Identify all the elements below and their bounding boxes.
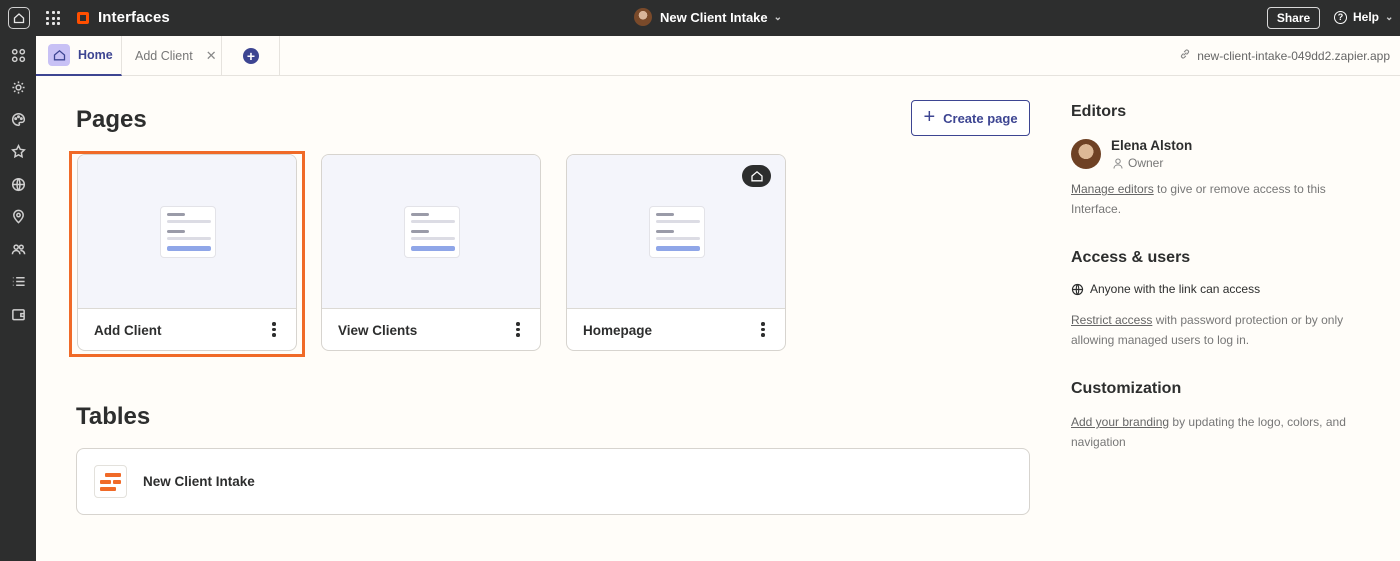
- interfaces-logo-icon: [77, 12, 89, 24]
- gear-icon[interactable]: [10, 79, 26, 95]
- access-status-label: Anyone with the link can access: [1090, 282, 1261, 296]
- page-card-title: Homepage: [583, 322, 653, 338]
- chevron-down-icon: ⌄: [1385, 11, 1394, 23]
- editor-role: Owner: [1113, 156, 1163, 170]
- home-page-badge-icon: [742, 165, 771, 187]
- page-card-title: View Clients: [338, 322, 418, 338]
- page-document-icon: [649, 206, 705, 258]
- access-heading: Access & users: [1071, 249, 1191, 266]
- more-options-icon[interactable]: [516, 322, 520, 337]
- close-icon[interactable]: ✕: [206, 48, 217, 64]
- editor-name: Elena Alston: [1111, 138, 1193, 153]
- left-rail: [0, 36, 36, 561]
- tab-home[interactable]: Home: [36, 36, 122, 76]
- editor-role-label: Owner: [1128, 156, 1164, 170]
- home-icon[interactable]: [8, 7, 30, 29]
- avatar: [634, 8, 652, 26]
- top-bar: Interfaces New Client Intake ⌄ Share ? H…: [0, 0, 1400, 36]
- page-card-label-row: Add Client: [78, 309, 296, 350]
- link-icon: [1179, 48, 1191, 63]
- palette-icon[interactable]: [10, 111, 26, 127]
- help-icon: ?: [1334, 10, 1347, 24]
- share-button[interactable]: Share: [1267, 7, 1320, 29]
- app-url-link[interactable]: new-client-intake-049dd2.zapier.app: [1179, 48, 1390, 63]
- table-icon: [94, 465, 127, 498]
- editors-heading: Editors: [1071, 103, 1127, 120]
- customization-description: Add your branding by updating the logo, …: [1071, 412, 1371, 452]
- help-label: Help: [1353, 10, 1380, 24]
- create-page-button[interactable]: + Create page: [911, 100, 1030, 136]
- page-thumbnail: [322, 155, 540, 309]
- globe-icon: [1071, 283, 1084, 295]
- star-icon[interactable]: [10, 143, 26, 159]
- tab-label: Add Client: [135, 49, 193, 63]
- globe-icon[interactable]: [10, 176, 26, 192]
- page-thumbnail: [78, 155, 296, 309]
- plus-icon: +: [923, 106, 936, 128]
- project-switcher[interactable]: New Client Intake ⌄: [634, 8, 782, 26]
- tab-label: Home: [78, 48, 113, 62]
- page-thumbnail: [567, 155, 785, 309]
- chevron-down-icon: ⌄: [773, 11, 783, 23]
- app-url: new-client-intake-049dd2.zapier.app: [1197, 48, 1390, 63]
- customization-heading: Customization: [1071, 380, 1182, 397]
- project-title: New Client Intake: [660, 9, 768, 25]
- add-branding-link[interactable]: Add your branding: [1071, 415, 1169, 429]
- apps-icon[interactable]: [10, 47, 26, 63]
- table-name: New Client Intake: [143, 474, 255, 489]
- user-icon: [1113, 158, 1123, 169]
- plus-circle-icon: +: [243, 48, 259, 64]
- avatar: [1071, 139, 1101, 169]
- users-icon[interactable]: [10, 241, 26, 257]
- apps-grid-icon[interactable]: [46, 11, 60, 25]
- page-card-title: Add Client: [94, 322, 162, 338]
- manage-editors-link[interactable]: Manage editors: [1071, 182, 1154, 196]
- home-icon: [48, 44, 70, 66]
- editors-description: Manage editors to give or remove access …: [1071, 179, 1371, 219]
- wallet-icon[interactable]: [10, 306, 26, 322]
- page-card-view-clients[interactable]: View Clients: [321, 154, 541, 351]
- page-document-icon: [160, 206, 216, 258]
- tab-add-client[interactable]: Add Client ✕: [123, 36, 222, 76]
- page-card-add-client[interactable]: Add Client: [77, 154, 297, 351]
- location-pin-icon[interactable]: [10, 208, 26, 224]
- help-button[interactable]: ? Help ⌄: [1334, 10, 1393, 24]
- page-card-label-row: Homepage: [567, 309, 785, 350]
- table-item-new-client-intake[interactable]: New Client Intake: [76, 448, 1030, 515]
- page-card-label-row: View Clients: [322, 309, 540, 350]
- access-status: Anyone with the link can access: [1071, 282, 1260, 296]
- app-name: Interfaces: [98, 9, 170, 26]
- more-options-icon[interactable]: [761, 322, 765, 337]
- add-tab-button[interactable]: +: [223, 36, 280, 76]
- access-description: Restrict access with password protection…: [1071, 310, 1371, 350]
- restrict-access-link[interactable]: Restrict access: [1071, 313, 1152, 327]
- tab-bar: Home Add Client ✕ + new-client-intake-04…: [36, 36, 1400, 76]
- create-page-label: Create page: [943, 110, 1018, 126]
- page-card-homepage[interactable]: Homepage: [566, 154, 786, 351]
- pages-heading: Pages: [76, 106, 147, 133]
- tables-heading: Tables: [76, 403, 151, 430]
- more-options-icon[interactable]: [272, 322, 276, 337]
- page-document-icon: [404, 206, 460, 258]
- list-icon[interactable]: [10, 273, 26, 289]
